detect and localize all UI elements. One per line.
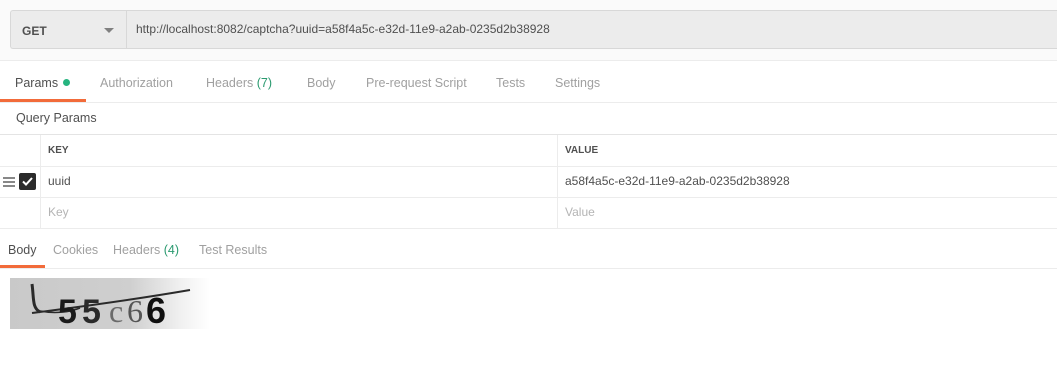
table-row: uuid a58f4a5c-e32d-11e9-a2ab-0235d2b3892… bbox=[0, 166, 1057, 198]
param-value-field[interactable]: a58f4a5c-e32d-11e9-a2ab-0235d2b38928 bbox=[557, 166, 1057, 197]
svg-text:5: 5 bbox=[58, 293, 77, 329]
response-tabs: Body Cookies Headers (4) Test Results bbox=[0, 231, 1057, 269]
tab-settings-label: Settings bbox=[555, 76, 601, 90]
tab-params-label: Params bbox=[15, 76, 59, 90]
response-tab-test-results[interactable]: Test Results bbox=[199, 231, 267, 268]
tab-body-label: Body bbox=[307, 76, 336, 90]
request-tabs: Params Authorization Headers (7) Body Pr… bbox=[0, 60, 1057, 103]
response-tab-headers-label: Headers bbox=[113, 243, 161, 257]
response-tab-headers-count: (4) bbox=[163, 243, 180, 257]
query-params-table: KEY VALUE uuid a58f4a5c-e32d-11e9-a2ab-0… bbox=[0, 134, 1057, 229]
response-tab-body-label: Body bbox=[8, 243, 37, 257]
request-bar: GET http://localhost:8082/captcha?uuid=a… bbox=[0, 0, 1057, 61]
new-param-row: Key Value bbox=[0, 197, 1057, 229]
postman-request-window: GET http://localhost:8082/captcha?uuid=a… bbox=[0, 0, 1057, 371]
tab-pre-request-script[interactable]: Pre-request Script bbox=[366, 60, 467, 102]
response-tab-headers[interactable]: Headers (4) bbox=[113, 231, 179, 268]
tab-authorization-label: Authorization bbox=[100, 76, 173, 90]
tab-body[interactable]: Body bbox=[307, 60, 336, 102]
tab-tests-label: Tests bbox=[496, 76, 526, 90]
active-response-tab-indicator bbox=[0, 265, 45, 268]
checkmark-icon bbox=[22, 177, 33, 186]
params-active-dot-icon bbox=[63, 79, 71, 86]
tab-params[interactable]: Params bbox=[15, 60, 71, 102]
url-input[interactable]: http://localhost:8082/captcha?uuid=a58f4… bbox=[126, 10, 1057, 49]
value-column-header: VALUE bbox=[557, 135, 1057, 166]
new-key-field[interactable]: Key bbox=[40, 197, 557, 228]
tab-headers-label: Headers bbox=[206, 76, 254, 90]
svg-text:6: 6 bbox=[146, 290, 166, 329]
param-key-field[interactable]: uuid bbox=[40, 166, 557, 197]
captcha-graphic: 5 5 c 6 6 bbox=[30, 283, 191, 331]
method-label: GET bbox=[22, 24, 47, 38]
tab-headers[interactable]: Headers (7) bbox=[206, 60, 272, 102]
svg-text:c: c bbox=[109, 293, 123, 329]
key-column-header: KEY bbox=[40, 135, 557, 166]
response-tab-test-results-label: Test Results bbox=[199, 243, 268, 257]
query-params-title: Query Params bbox=[16, 111, 97, 125]
param-enabled-checkbox[interactable] bbox=[19, 173, 36, 190]
captcha-image: 5 5 c 6 6 bbox=[10, 278, 210, 331]
drag-handle-icon[interactable] bbox=[3, 177, 15, 187]
svg-text:6: 6 bbox=[127, 293, 143, 329]
method-select[interactable]: GET bbox=[10, 10, 126, 49]
tab-headers-count: (7) bbox=[256, 76, 273, 90]
response-tab-cookies-label: Cookies bbox=[53, 243, 99, 257]
tab-settings[interactable]: Settings bbox=[555, 60, 600, 102]
new-value-field[interactable]: Value bbox=[557, 197, 1057, 228]
svg-text:5: 5 bbox=[82, 293, 101, 329]
tab-tests[interactable]: Tests bbox=[496, 60, 525, 102]
response-tab-cookies[interactable]: Cookies bbox=[53, 231, 98, 268]
tab-pre-request-script-label: Pre-request Script bbox=[366, 76, 467, 90]
tab-authorization[interactable]: Authorization bbox=[100, 60, 173, 102]
active-tab-indicator bbox=[0, 99, 86, 102]
chevron-down-icon bbox=[104, 28, 114, 33]
response-tab-body[interactable]: Body bbox=[8, 231, 37, 268]
params-header-row: KEY VALUE bbox=[0, 135, 1057, 167]
